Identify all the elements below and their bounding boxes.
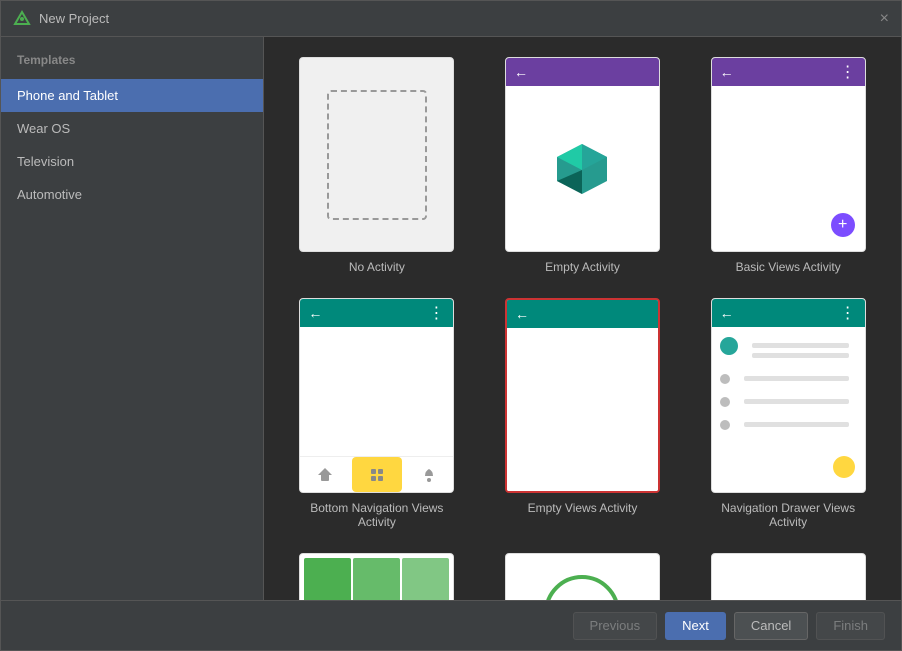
basic-views-bar: ← ⋮ [712, 58, 865, 86]
empty-activity-body [506, 86, 659, 251]
nav-line-2 [744, 376, 849, 381]
template-label-bottom-nav: Bottom Navigation Views Activity [299, 501, 454, 529]
sidebar: Templates Phone and Tablet Wear OS Telev… [1, 37, 264, 600]
nav-line-group1 [744, 338, 857, 363]
back-arrow-icon2: ← [720, 64, 734, 80]
sidebar-section-title: Templates [1, 45, 263, 79]
nav-drawer-body [712, 327, 865, 492]
empty-views-body [507, 328, 658, 491]
template-game-activity[interactable]: Game Activity [284, 553, 470, 600]
template-preview-no-activity [299, 57, 454, 252]
template-preview-nav-drawer: ← ⋮ [711, 298, 866, 493]
template-preview-bottom-nav: ← ⋮ [299, 298, 454, 493]
nav-item-row2 [720, 371, 857, 386]
template-preview-basic-views: ← ⋮ + [711, 57, 866, 252]
template-native-cpp[interactable]: C++ Native C++ [490, 553, 676, 600]
app-logo [13, 10, 31, 28]
title-bar: New Project × [1, 1, 901, 37]
template-label-basic-views: Basic Views Activity [736, 260, 841, 274]
back-arrow-icon3: ← [308, 305, 322, 321]
template-label-empty-views: Empty Views Activity [528, 501, 638, 515]
close-button[interactable]: × [880, 10, 889, 28]
nav-item-3 [404, 457, 454, 492]
no-activity-dashed [327, 90, 427, 220]
window-title: New Project [39, 11, 109, 26]
template-nav-drawer[interactable]: ← ⋮ [695, 298, 881, 529]
menu-dots-icon: ⋮ [840, 62, 857, 82]
nav-line-1b [752, 353, 849, 358]
previous-button[interactable]: Previous [573, 612, 658, 640]
menu-dots-icon3: ⋮ [840, 303, 857, 323]
nav-dot-3 [720, 397, 730, 407]
empty-activity-bar: ← [506, 58, 659, 86]
notifications-icon [421, 467, 437, 483]
template-basic-views[interactable]: ← ⋮ + Basic Views Activity [695, 57, 881, 274]
back-arrow-icon4: ← [515, 306, 529, 322]
footer-bar: Previous Next Cancel Finish [1, 600, 901, 650]
nav-item-row1 [720, 337, 857, 363]
template-label-empty-activity: Empty Activity [545, 260, 620, 274]
next-button[interactable]: Next [665, 612, 726, 640]
template-preview-empty-views: ← [505, 298, 660, 493]
menu-dots-icon2: ⋮ [428, 303, 445, 323]
back-arrow-icon: ← [514, 64, 528, 80]
empty-views-bar: ← [507, 300, 658, 328]
new-project-window: New Project × Templates Phone and Tablet… [0, 0, 902, 651]
back-arrow-icon5: ← [720, 305, 734, 321]
nav-circle-1 [720, 337, 738, 355]
nav-dot-4 [720, 420, 730, 430]
template-label-no-activity: No Activity [349, 260, 405, 274]
bottom-navigation-bar [300, 456, 453, 492]
sidebar-item-television[interactable]: Television [1, 145, 263, 178]
gamepad-icon [753, 588, 823, 600]
nav-drawer-fab [833, 456, 855, 478]
cpp-logo: C++ [542, 573, 622, 600]
dashboard-icon [370, 468, 384, 482]
sidebar-item-phone-tablet[interactable]: Phone and Tablet [1, 79, 263, 112]
template-preview-empty-activity: ← [505, 57, 660, 252]
nav-item-row4 [720, 417, 857, 432]
nav-line-3 [744, 399, 849, 404]
template-fullscreen[interactable]: Game Activity [695, 553, 881, 600]
bottom-nav-body [300, 327, 453, 492]
template-no-activity[interactable]: No Activity [284, 57, 470, 274]
cancel-button[interactable]: Cancel [734, 612, 808, 640]
grid-cell-3 [402, 558, 449, 600]
template-preview-cpp: C++ [505, 553, 660, 600]
grid-cell-1 [304, 558, 351, 600]
templates-grid-area: No Activity ← [264, 37, 901, 600]
grid-activity-bg [300, 554, 453, 600]
sidebar-item-wear-os[interactable]: Wear OS [1, 112, 263, 145]
grid-cells [300, 554, 453, 600]
bottom-nav-bar-top: ← ⋮ [300, 299, 453, 327]
home-icon [317, 467, 333, 483]
nav-item-row3 [720, 394, 857, 409]
nav-line-4 [744, 422, 849, 427]
template-empty-views[interactable]: ← Empty Views Activity [490, 298, 676, 529]
template-preview-fullscreen [711, 553, 866, 600]
template-empty-activity[interactable]: ← Empty Activity [490, 57, 676, 274]
grid-cell-2 [353, 558, 400, 600]
template-preview-game [299, 553, 454, 600]
templates-grid: No Activity ← [284, 57, 881, 600]
nav-drawer-list [712, 327, 865, 442]
android-icon [552, 139, 612, 199]
nav-drawer-bar: ← ⋮ [712, 299, 865, 327]
template-bottom-nav[interactable]: ← ⋮ [284, 298, 470, 529]
nav-item-2 [352, 457, 402, 492]
finish-button[interactable]: Finish [816, 612, 885, 640]
nav-dot-2 [720, 374, 730, 384]
basic-views-body: + [712, 86, 865, 251]
nav-line-1a [752, 343, 849, 348]
content-area: Templates Phone and Tablet Wear OS Telev… [1, 37, 901, 600]
nav-item-1 [300, 457, 350, 492]
fab-icon: + [831, 213, 855, 237]
sidebar-item-automotive[interactable]: Automotive [1, 178, 263, 211]
template-label-nav-drawer: Navigation Drawer Views Activity [711, 501, 866, 529]
